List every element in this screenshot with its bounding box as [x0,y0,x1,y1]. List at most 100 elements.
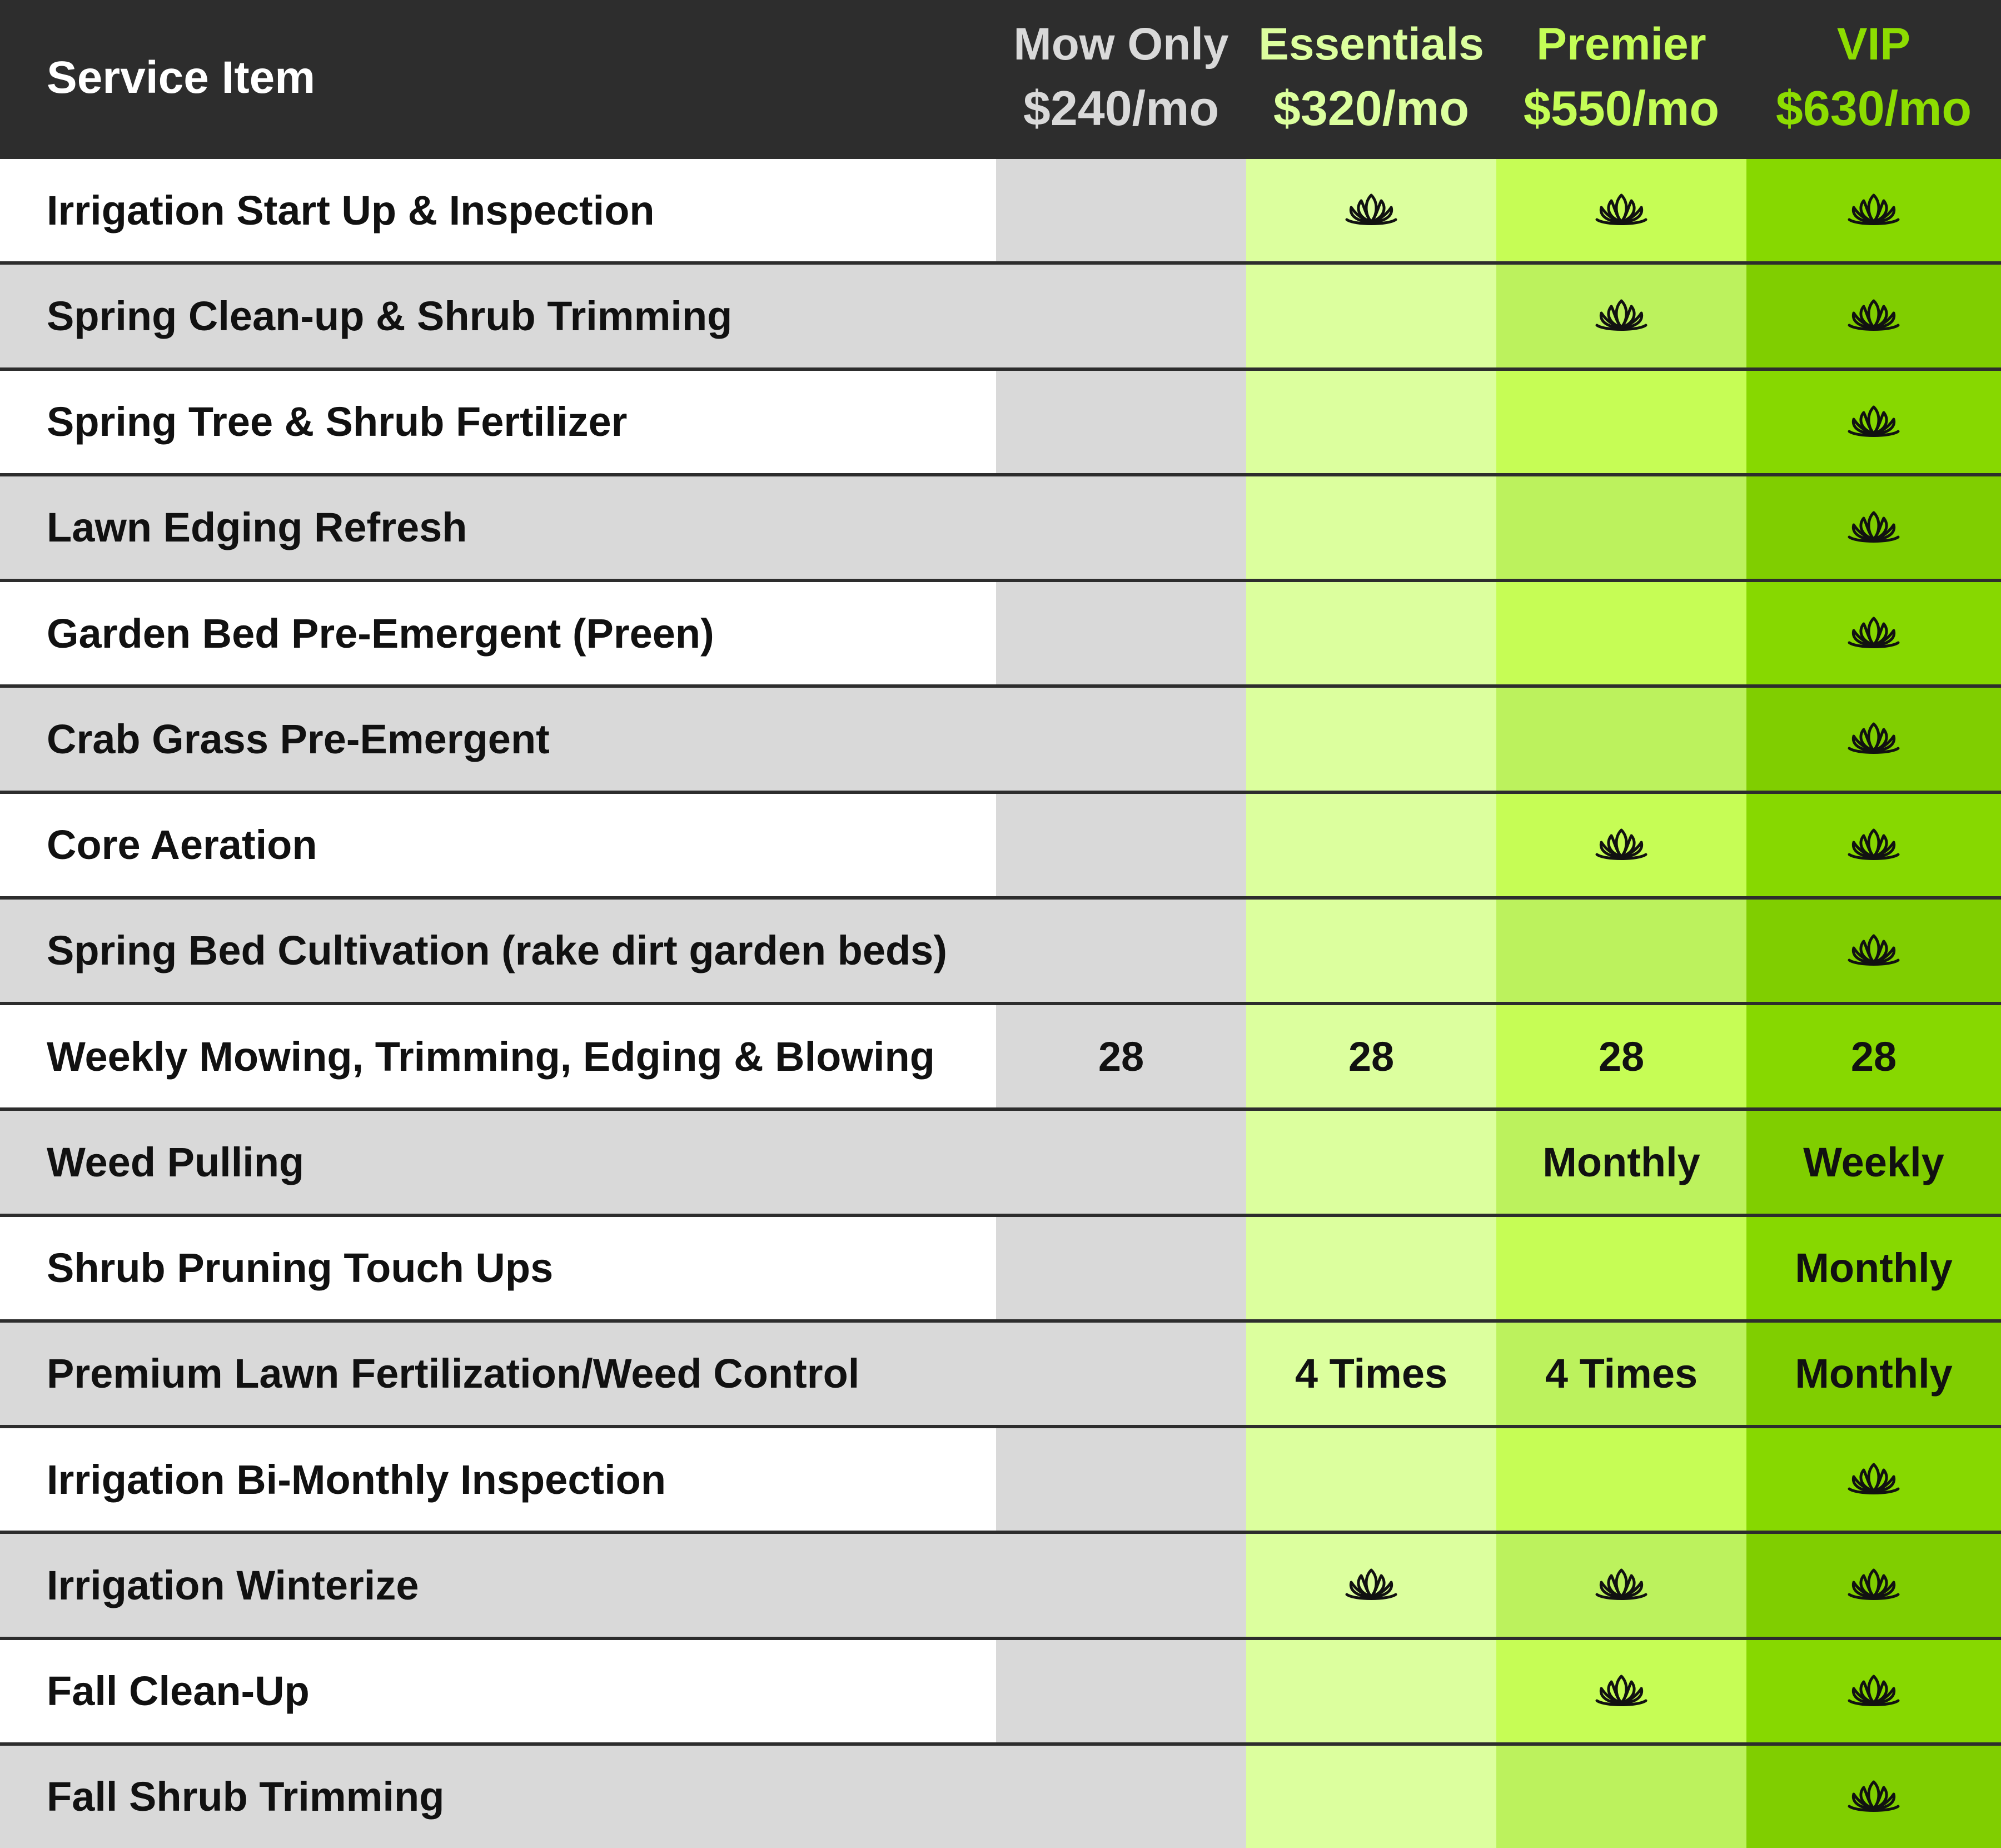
lotus-icon [1845,508,1903,547]
cell-premier [1496,579,1746,685]
row-label: Irrigation Winterize [0,1531,996,1637]
cell-essentials [1246,1636,1496,1742]
cell-essentials [1246,1531,1496,1637]
lotus-icon [1845,1672,1903,1711]
cell-premier [1496,1213,1746,1319]
lotus-icon [1342,1566,1400,1604]
lotus-icon [1592,296,1650,335]
cell-mow-only [996,261,1246,367]
cell-vip [1746,1742,2001,1848]
cell-vip [1746,1531,2001,1637]
row-label: Weed Pulling [0,1107,996,1214]
cell-value: 28 [1098,1033,1144,1080]
cell-mow-only [996,1319,1246,1425]
lotus-icon [1342,191,1400,230]
cell-value: 28 [1598,1033,1645,1080]
row-label: Irrigation Bi-Monthly Inspection [0,1425,996,1531]
cell-vip [1746,896,2001,1002]
cell-value: Weekly [1803,1139,1944,1185]
cell-vip [1746,1636,2001,1742]
cell-value: Monthly [1795,1350,1953,1397]
row-label: Irrigation Start Up & Inspection [0,156,996,262]
plan-price: $320/mo [1273,80,1470,136]
cell-vip [1746,473,2001,579]
row-label: Spring Bed Cultivation (rake dirt garden… [0,896,996,1002]
cell-essentials [1246,1213,1496,1319]
plan-price: $240/mo [1023,80,1219,136]
cell-essentials [1246,473,1496,579]
row-label: Premium Lawn Fertilization/Weed Control [0,1319,996,1425]
cell-vip: Monthly [1746,1319,2001,1425]
cell-essentials [1246,579,1496,685]
cell-premier [1496,684,1746,791]
cell-value: Monthly [1542,1139,1700,1185]
cell-essentials [1246,1742,1496,1848]
cell-mow-only [996,1107,1246,1214]
cell-vip: 28 [1746,1002,2001,1108]
lotus-icon [1845,614,1903,653]
row-label: Weekly Mowing, Trimming, Edging & Blowin… [0,1002,996,1108]
cell-mow-only [996,896,1246,1002]
cell-vip: Weekly [1746,1107,2001,1214]
row-label: Fall Shrub Trimming [0,1742,996,1848]
cell-essentials [1246,896,1496,1002]
cell-premier [1496,261,1746,367]
cell-vip [1746,156,2001,262]
cell-vip [1746,1425,2001,1531]
cell-value: 28 [1348,1033,1395,1080]
plan-price: $630/mo [1775,80,1972,136]
cell-premier [1496,1531,1746,1637]
lotus-icon [1592,191,1650,230]
cell-premier [1496,473,1746,579]
row-label: Spring Tree & Shrub Fertilizer [0,367,996,473]
cell-mow-only [996,579,1246,685]
row-label: Spring Clean-up & Shrub Trimming [0,261,996,367]
plan-name: Mow Only [1013,19,1229,70]
cell-essentials [1246,156,1496,262]
cell-premier [1496,367,1746,473]
cell-mow-only [996,367,1246,473]
cell-vip [1746,579,2001,685]
cell-premier [1496,1636,1746,1742]
cell-mow-only [996,684,1246,791]
service-item-header-label: Service Item [47,52,316,103]
cell-essentials [1246,261,1496,367]
cell-value: 4 Times [1545,1350,1698,1397]
service-item-header: Service Item [0,0,996,156]
cell-value: 28 [1850,1033,1897,1080]
cell-mow-only [996,473,1246,579]
row-label: Fall Clean-Up [0,1636,996,1742]
cell-mow-only [996,1742,1246,1848]
cell-mow-only [996,790,1246,896]
plan-name: VIP [1836,19,1911,70]
lotus-icon [1592,1566,1650,1604]
cell-premier [1496,1425,1746,1531]
lotus-icon [1592,1672,1650,1711]
cell-mow-only: 28 [996,1002,1246,1108]
cell-vip [1746,367,2001,473]
cell-essentials [1246,1107,1496,1214]
cell-vip [1746,790,2001,896]
row-label: Shrub Pruning Touch Ups [0,1213,996,1319]
cell-essentials [1246,684,1496,791]
cell-vip [1746,684,2001,791]
lotus-icon [1845,719,1903,758]
cell-value: Monthly [1795,1245,1953,1291]
cell-mow-only [996,1425,1246,1531]
lotus-icon [1592,826,1650,865]
cell-essentials: 28 [1246,1002,1496,1108]
plan-header-vip: VIP $630/mo [1746,0,2001,156]
lotus-icon [1845,296,1903,335]
row-label: Core Aeration [0,790,996,896]
cell-essentials [1246,367,1496,473]
cell-vip: Monthly [1746,1213,2001,1319]
cell-premier [1496,1742,1746,1848]
lotus-icon [1845,1777,1903,1816]
plan-name: Premier [1536,19,1706,70]
row-label: Garden Bed Pre-Emergent (Preen) [0,579,996,685]
cell-mow-only [996,156,1246,262]
cell-essentials: 4 Times [1246,1319,1496,1425]
plan-header-mow-only: Mow Only $240/mo [996,0,1246,156]
cell-essentials [1246,790,1496,896]
plan-header-essentials: Essentials $320/mo [1246,0,1496,156]
